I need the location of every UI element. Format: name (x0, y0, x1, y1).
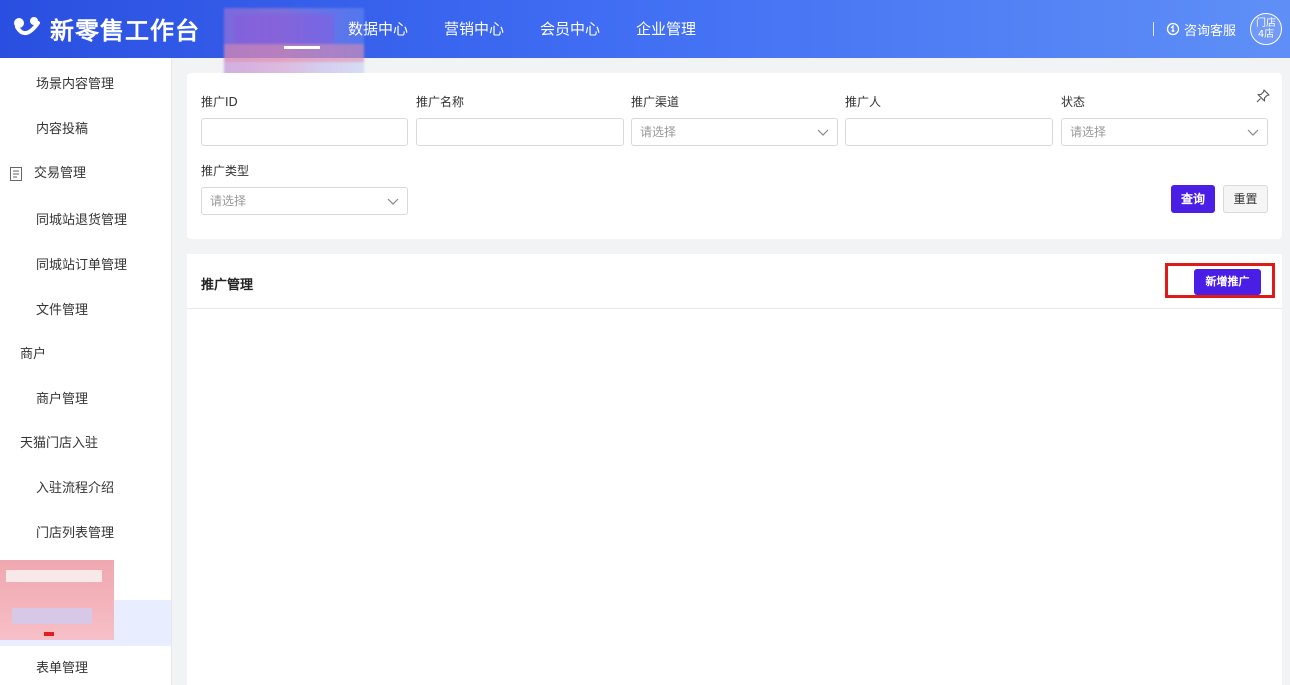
app-logo[interactable]: 新零售工作台 (12, 10, 200, 46)
sidebar: 场景内容管理 内容投稿 交易管理 同城站退货管理 同城站订单管理 文件管理 商户… (0, 58, 172, 685)
header-divider (1152, 22, 1154, 36)
status-field: 状态 请选择 (1061, 94, 1268, 146)
blurred-sidebar-items[interactable] (0, 560, 114, 640)
status-placeholder: 请选择 (1070, 125, 1107, 139)
promo-type-placeholder: 请选择 (210, 194, 247, 208)
status-select[interactable]: 请选择 (1061, 118, 1268, 146)
headset-icon (1166, 22, 1180, 36)
promo-type-label: 推广类型 (201, 164, 250, 178)
sidebar-item-return-management[interactable]: 同城站退货管理 (0, 199, 171, 243)
app-title: 新零售工作台 (50, 16, 200, 45)
promo-channel-select[interactable]: 请选择 (631, 118, 838, 146)
sidebar-group-transaction[interactable]: 交易管理 (0, 152, 171, 196)
sidebar-item-content-submission[interactable]: 内容投稿 (0, 108, 171, 152)
header-right: 咨询客服 门店 4店 (1152, 0, 1282, 58)
promo-id-label: 推广ID (201, 95, 238, 109)
sidebar-item-file-management[interactable]: 文件管理 (0, 289, 171, 333)
chevron-down-icon (1247, 129, 1259, 136)
promo-channel-placeholder: 请选择 (640, 125, 677, 139)
panel-title: 推广管理 (201, 278, 254, 293)
reset-button[interactable]: 重置 (1223, 185, 1268, 213)
sidebar-item-onboarding-intro[interactable]: 入驻流程介绍 (0, 467, 171, 511)
support-link[interactable]: 咨询客服 (1166, 20, 1236, 39)
sidebar-group-label: 交易管理 (34, 166, 87, 181)
sidebar-group-merchant[interactable]: 商户 (0, 333, 171, 377)
nav-data-center[interactable]: 数据中心 (330, 0, 426, 58)
promo-channel-label: 推广渠道 (631, 95, 680, 109)
chevron-down-icon (387, 198, 399, 205)
nav-enterprise-management[interactable]: 企业管理 (618, 0, 714, 58)
sidebar-item-order-management[interactable]: 同城站订单管理 (0, 244, 171, 288)
promo-id-field: 推广ID (201, 94, 408, 146)
promo-name-field: 推广名称 (416, 94, 624, 146)
sidebar-item-merchant-management[interactable]: 商户管理 (0, 378, 171, 422)
promo-id-input[interactable] (201, 118, 408, 146)
sidebar-group-tmall-store[interactable]: 天猫门店入驻 (0, 422, 171, 466)
promo-name-label: 推广名称 (416, 95, 465, 109)
promoter-input[interactable] (845, 118, 1053, 146)
store-badge-line1: 门店 (1256, 18, 1276, 29)
promo-name-input[interactable] (416, 118, 624, 146)
filter-panel: 推广ID 推广名称 推广渠道 请选择 推广人 状态 请选择 推广类型 请选择 查… (187, 73, 1282, 239)
main-nav: 数据中心 营销中心 会员中心 企业管理 (330, 0, 714, 58)
active-nav-indicator (284, 46, 320, 49)
promoter-label: 推广人 (845, 95, 882, 109)
document-icon (10, 167, 22, 181)
promoter-field: 推广人 (845, 94, 1053, 146)
store-badge-line2: 4店 (1257, 29, 1275, 40)
logo-icon (14, 17, 40, 35)
top-header: 新零售工作台 数据中心 营销中心 会员中心 企业管理 咨询客服 门店 4店 (0, 0, 1290, 78)
nav-marketing-center[interactable]: 营销中心 (426, 0, 522, 58)
sidebar-item-scene-content[interactable]: 场景内容管理 (0, 63, 171, 107)
chevron-down-icon (817, 129, 829, 136)
promo-type-field: 推广类型 请选择 (201, 163, 408, 215)
promo-type-select[interactable]: 请选择 (201, 187, 408, 215)
sidebar-item-form-management[interactable]: 表单管理 (0, 647, 171, 685)
support-label: 咨询客服 (1183, 23, 1236, 39)
panel-header: 推广管理 新增推广 (187, 254, 1282, 309)
sidebar-item-store-list[interactable]: 门店列表管理 (0, 512, 171, 556)
status-label: 状态 (1061, 95, 1086, 109)
store-avatar[interactable]: 门店 4店 (1250, 13, 1282, 45)
promo-channel-field: 推广渠道 请选择 (631, 94, 838, 146)
query-button[interactable]: 查询 (1171, 185, 1215, 213)
nav-member-center[interactable]: 会员中心 (522, 0, 618, 58)
add-promotion-button[interactable]: 新增推广 (1194, 269, 1261, 295)
promotion-management-panel: 推广管理 新增推广 (187, 254, 1282, 685)
